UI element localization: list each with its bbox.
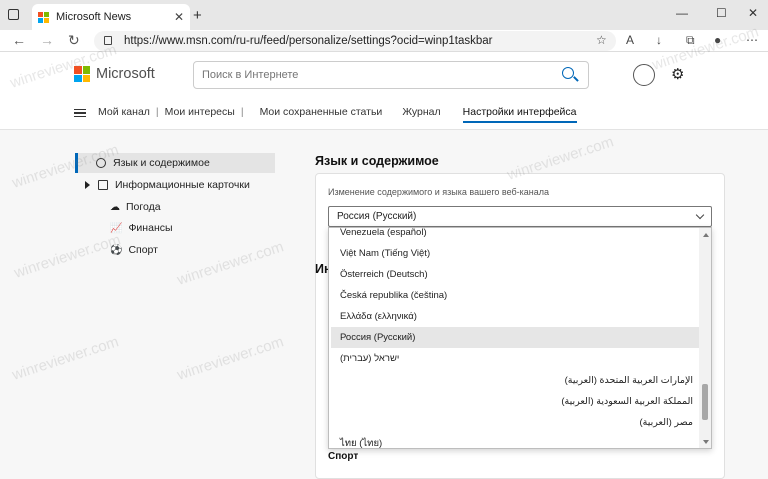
settings-nav: Мой канал | Мои интересы | Мои сохраненн… [98, 106, 577, 123]
brand-name: Microsoft [96, 66, 155, 82]
section-title: Язык и содержимое [315, 154, 439, 168]
weather-icon: ☁ [110, 201, 120, 213]
sidebar-item-label: Финансы [128, 222, 173, 234]
finance-icon: 📈 [110, 222, 123, 234]
nav-saved-stories[interactable]: Мои сохраненные статьи [260, 106, 383, 123]
dropdown-option-selected[interactable]: Россия (Русский) [331, 327, 699, 348]
card-label: Изменение содержимого и языка вашего веб… [328, 187, 550, 197]
back-icon[interactable]: ← [12, 32, 26, 48]
downloads-icon[interactable]: ↓ [656, 33, 662, 47]
dropdown-scrollbar[interactable] [699, 228, 711, 448]
search-box[interactable] [193, 61, 589, 89]
nav-my-feed[interactable]: Мой канал [98, 106, 150, 123]
microsoft-logo-icon [38, 11, 49, 23]
scroll-down-icon[interactable] [703, 440, 709, 444]
nav-my-interests[interactable]: Мои интересы [165, 106, 235, 123]
nav-experience-settings[interactable]: Настройки интерфейса [462, 106, 577, 123]
watermark: winreviewer.com [175, 333, 286, 384]
maximize-icon[interactable]: ☐ [716, 6, 727, 20]
sidebar-item-label: Погода [126, 201, 161, 213]
sidebar-item-label: Язык и содержимое [113, 157, 210, 169]
favorite-icon[interactable]: ☆ [596, 33, 607, 47]
gear-icon[interactable]: ⚙ [671, 65, 684, 83]
sidebar-item-finance[interactable]: 📈 Финансы [110, 222, 173, 234]
select-value: Россия (Русский) [337, 211, 417, 222]
refresh-icon[interactable]: ↻ [68, 32, 80, 49]
scroll-thumb[interactable] [702, 384, 708, 420]
nav-history[interactable]: Журнал [402, 106, 440, 123]
account-icon[interactable] [633, 64, 655, 86]
sport-section-label: Спорт [328, 451, 359, 462]
watermark: winreviewer.com [10, 333, 121, 384]
collections-icon[interactable]: ⧉ [686, 33, 695, 48]
sidebar-item-info-cards[interactable]: Информационные карточки [85, 179, 250, 191]
watermark: winreviewer.com [175, 238, 286, 289]
nav-separator: | [155, 106, 159, 118]
sidebar-item-label: Спорт [128, 244, 158, 256]
more-icon[interactable]: ⋯ [746, 33, 758, 47]
card-icon [98, 180, 108, 190]
region-language-select[interactable]: Россия (Русский) [328, 206, 712, 227]
minimize-icon[interactable]: — [676, 6, 688, 20]
url-field[interactable]: https://www.msn.com/ru-ru/feed/personali… [94, 31, 616, 51]
address-bar-row: ← → ↻ https://www.msn.com/ru-ru/feed/per… [0, 30, 768, 52]
browser-tab[interactable]: Microsoft News ✕ [32, 4, 190, 30]
tab-actions-icon[interactable] [8, 9, 19, 20]
scroll-up-icon[interactable] [703, 233, 709, 237]
dropdown-option[interactable]: Česká republika (čeština) [331, 285, 699, 306]
dropdown-option[interactable]: Österreich (Deutsch) [331, 264, 699, 285]
sidebar-item-weather[interactable]: ☁ Погода [110, 201, 161, 213]
globe-icon [96, 158, 106, 168]
dropdown-option[interactable]: ישראל (עברית) [331, 348, 699, 369]
expand-icon[interactable] [85, 181, 90, 189]
read-aloud-icon[interactable]: A [626, 33, 634, 47]
new-tab-icon[interactable]: + [193, 7, 202, 24]
chevron-down-icon [695, 210, 705, 220]
close-tab-icon[interactable]: ✕ [174, 10, 184, 24]
dropdown-option[interactable]: ไทย (ไทย) [331, 433, 699, 448]
dropdown-option[interactable]: المملكة العربية السعودية (العربية) [331, 391, 699, 412]
brand[interactable]: Microsoft [74, 66, 155, 82]
close-window-icon[interactable]: ✕ [748, 6, 758, 20]
dropdown-option[interactable]: Việt Nam (Tiếng Việt) [331, 243, 699, 264]
search-input[interactable] [194, 62, 534, 88]
microsoft-logo-icon [74, 66, 90, 82]
tab-title: Microsoft News [56, 11, 132, 23]
sidebar-item-language[interactable]: Язык и содержимое [75, 153, 275, 173]
dropdown-option[interactable]: Venezuela (español) [331, 228, 699, 243]
hamburger-icon[interactable] [74, 109, 86, 117]
dropdown-option[interactable]: الإمارات العربية المتحدة (العربية) [331, 370, 699, 391]
search-icon[interactable] [562, 67, 574, 79]
sidebar-item-sport[interactable]: ⚽ Спорт [110, 244, 158, 256]
sidebar-item-label: Информационные карточки [115, 179, 250, 191]
region-dropdown-list: Venezuela (español) Việt Nam (Tiếng Việt… [328, 227, 712, 449]
lock-icon [104, 36, 112, 45]
sport-icon: ⚽ [110, 244, 123, 256]
browser-tab-bar: Microsoft News ✕ + — ☐ ✕ [0, 0, 768, 30]
dropdown-option[interactable]: مصر (العربية) [331, 412, 699, 433]
profile-icon[interactable]: ● [714, 33, 721, 47]
msn-header: Microsoft ⚙ Мой канал | Мои интересы | М… [0, 52, 768, 130]
nav-separator: | [240, 106, 244, 118]
forward-icon[interactable]: → [40, 32, 54, 48]
url-text: https://www.msn.com/ru-ru/feed/personali… [124, 35, 493, 47]
dropdown-option[interactable]: Ελλάδα (ελληνικά) [331, 306, 699, 327]
watermark: winreviewer.com [12, 231, 123, 282]
